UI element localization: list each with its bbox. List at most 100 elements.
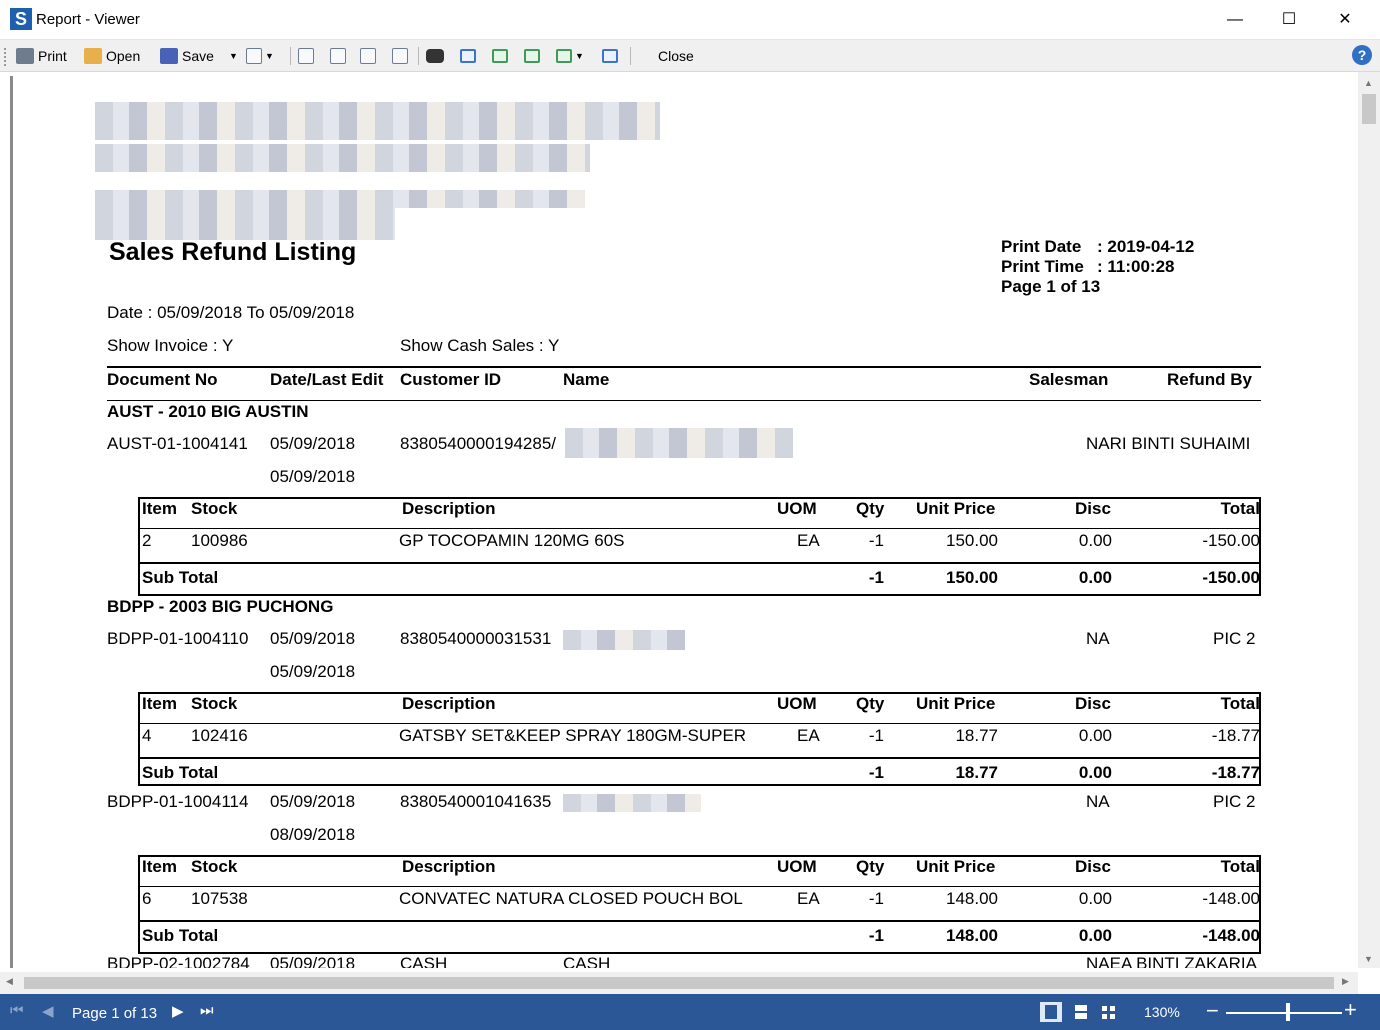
show-cash-sales: Show Cash Sales : Y (400, 336, 560, 355)
col-salesman: Salesman (1029, 370, 1109, 389)
minimize-button[interactable]: — (1212, 0, 1258, 40)
item-col-qty: Qty (856, 857, 885, 876)
document-no: BDPP-01-1004110 (107, 629, 249, 648)
print-date-label: Print Date (1001, 237, 1082, 256)
open-label: Open (106, 48, 141, 64)
multiple-pages-icon (556, 49, 572, 63)
item-col-unit-price: Unit Price (916, 694, 996, 713)
chevron-down-icon: ▼ (265, 51, 274, 61)
item-total: -150.00 (1202, 531, 1260, 550)
item-col-disc: Disc (1075, 857, 1111, 876)
print-date-value: : 2019-04-12 (1097, 237, 1195, 256)
page-width-icon (492, 49, 508, 63)
chevron-down-icon: ▼ (575, 51, 584, 61)
last-page-icon[interactable]: ⏭ (200, 1002, 214, 1019)
print-button[interactable]: Print (16, 45, 67, 67)
toolbar-grip[interactable] (4, 48, 7, 66)
date-range: Date : 05/09/2018 To 05/09/2018 (107, 303, 355, 322)
horizontal-scrollbar[interactable]: ◀ ▶ (0, 972, 1358, 994)
item-col-disc: Disc (1075, 499, 1111, 518)
items-table: Item Stock Description UOM Qty Unit Pric… (138, 855, 1261, 954)
toolbar-separator (630, 47, 631, 65)
subtotal-label: Sub Total (142, 926, 219, 945)
fit-page-button[interactable] (602, 45, 618, 67)
zoom-slider[interactable] (1226, 1012, 1342, 1014)
print-time-label: Print Time (1001, 257, 1084, 276)
item-stock: 102416 (191, 726, 248, 745)
page-width-button[interactable] (492, 45, 508, 67)
close-window-button[interactable]: ✕ (1322, 0, 1368, 40)
single-page-view-button[interactable] (1040, 1002, 1062, 1022)
report-title: Sales Refund Listing (109, 238, 357, 266)
open-button[interactable]: Open (84, 45, 140, 67)
page-indicator[interactable]: Page 1 of 13 (72, 1005, 157, 1022)
two-pages-icon (524, 49, 540, 63)
item-col-stock: Stock (191, 499, 238, 518)
item-uom: EA (797, 889, 820, 908)
subtotal-qty: -1 (868, 926, 884, 945)
vertical-scroll-thumb[interactable] (1362, 94, 1376, 124)
send-button[interactable]: ▼ (246, 45, 274, 67)
group-heading: AUST - 2010 BIG AUSTIN (107, 402, 309, 421)
previous-page-icon[interactable]: ◀ (42, 1002, 54, 1020)
thumbnails-button[interactable] (392, 45, 408, 67)
items-table: Item Stock Description UOM Qty Unit Pric… (138, 497, 1261, 596)
items-table: Item Stock Description UOM Qty Unit Pric… (138, 692, 1261, 786)
single-page-icon (460, 49, 476, 63)
toolbar: Print Open Save ▼ ▼ ▼ Close (0, 40, 1380, 72)
vertical-scrollbar[interactable]: ▲ ▼ (1358, 72, 1380, 968)
find-button[interactable] (426, 45, 444, 67)
parameters-button[interactable] (330, 45, 346, 67)
save-dropdown-button[interactable]: ▼ (226, 45, 238, 67)
window-title: Report - Viewer (36, 11, 140, 28)
parameters-icon (330, 48, 346, 64)
document-date: 05/09/2018 (270, 629, 356, 648)
item-description: GATSBY SET&KEEP SPRAY 180GM-SUPER (399, 726, 747, 745)
copy-icon (360, 48, 376, 64)
redacted-customer-name (565, 428, 793, 458)
subtotal-disc: 0.00 (1078, 763, 1112, 782)
subtotal-separator (140, 920, 1259, 922)
zoom-slider-thumb[interactable] (1286, 1003, 1290, 1021)
single-page-button[interactable] (460, 45, 476, 67)
send-icon (246, 48, 262, 64)
close-report-button[interactable]: Close (658, 45, 694, 67)
help-icon[interactable]: ? (1352, 45, 1372, 65)
redacted-company-contact (95, 190, 585, 208)
scroll-left-icon[interactable]: ◀ (6, 976, 13, 987)
maximize-button[interactable]: ☐ (1266, 0, 1312, 40)
col-refund-by: Refund By (1167, 370, 1252, 389)
save-label: Save (182, 48, 214, 64)
bookmarks-button[interactable] (298, 45, 314, 67)
refund-by: NARI BINTI SUHAIMI (1086, 434, 1251, 453)
multiple-pages-view-button[interactable] (1098, 1002, 1120, 1022)
scroll-down-icon[interactable]: ▼ (1364, 954, 1373, 964)
zoom-out-icon[interactable]: − (1206, 998, 1219, 1024)
multiple-pages-button[interactable]: ▼ (556, 45, 584, 67)
item-number: 4 (142, 726, 152, 745)
customer-id: 8380540000031531 (400, 629, 552, 648)
document-last-edit: 05/09/2018 (270, 467, 356, 486)
horizontal-scroll-thumb[interactable] (24, 977, 1334, 989)
item-col-uom: UOM (777, 694, 817, 713)
zoom-in-icon[interactable]: + (1344, 997, 1357, 1023)
save-button[interactable]: Save (160, 45, 214, 67)
item-col-stock: Stock (191, 694, 238, 713)
show-invoice: Show Invoice : Y (107, 336, 234, 355)
document-date: 05/09/2018 (270, 954, 356, 968)
first-page-icon[interactable]: ⏮ (10, 1002, 24, 1019)
item-stock: 100986 (191, 531, 248, 550)
copy-button[interactable] (360, 45, 376, 67)
subtotal-total: -18.77 (1211, 763, 1260, 782)
thumbnails-icon (392, 48, 408, 64)
next-page-icon[interactable]: ▶ (172, 1002, 184, 1020)
scroll-right-icon[interactable]: ▶ (1342, 976, 1349, 987)
customer-id: 8380540000194285/ (400, 434, 557, 453)
continuous-view-button[interactable] (1070, 1002, 1092, 1022)
item-col-qty: Qty (856, 694, 885, 713)
scroll-up-icon[interactable]: ▲ (1364, 78, 1373, 88)
customer-id: 8380540001041635 (400, 792, 552, 811)
salesman: NA (1086, 629, 1110, 648)
two-pages-button[interactable] (524, 45, 540, 67)
document-date: 05/09/2018 (270, 792, 356, 811)
